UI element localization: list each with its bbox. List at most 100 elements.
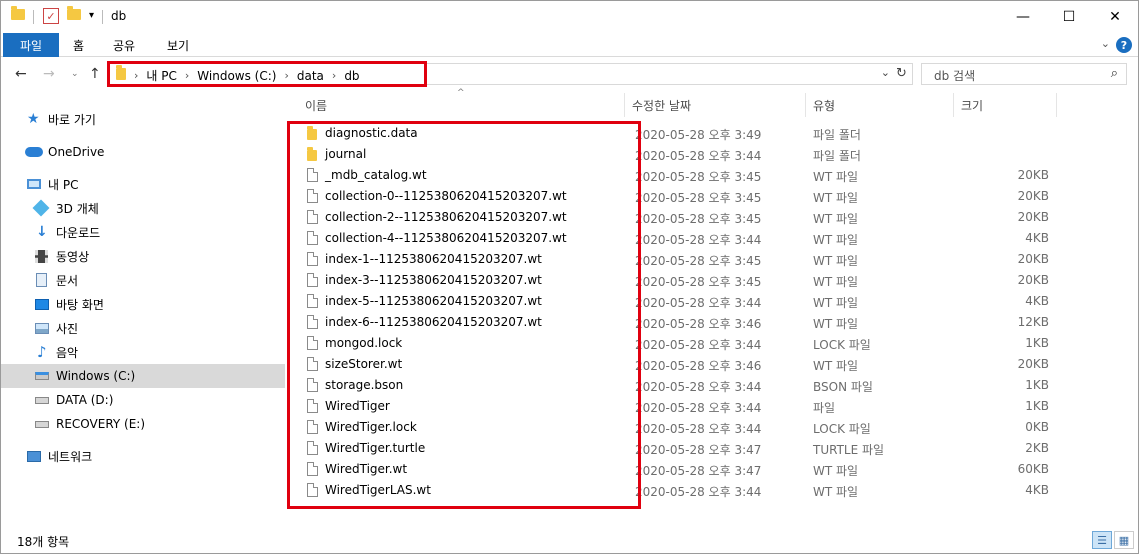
file-type: WT 파일 (813, 296, 859, 310)
search-icon[interactable]: ⌕ (1111, 66, 1118, 81)
file-date: 2020-05-28 오후 3:49 (635, 128, 762, 142)
sort-ascending-icon: ^ (457, 88, 465, 98)
nav-label: 네트워크 (48, 449, 93, 464)
large-icons-view-icon[interactable]: ▦ (1114, 531, 1134, 549)
address-history-chevron-icon[interactable]: ⌄ (881, 66, 890, 79)
nav-item-this-pc[interactable]: 내 PC (1, 172, 285, 196)
file-size: 0KB (1025, 420, 1049, 434)
tab-file[interactable]: 파일 (3, 33, 59, 57)
nav-item-3d-objects[interactable]: 3D 개체 (1, 196, 285, 220)
file-type: WT 파일 (813, 464, 859, 478)
expand-ribbon-chevron-icon[interactable]: ⌄ (1101, 37, 1110, 50)
nav-item-windows-c[interactable]: Windows (C:) (1, 364, 285, 388)
search-input[interactable]: db 검색 ⌕ (921, 63, 1127, 85)
nav-label: RECOVERY (E:) (56, 417, 146, 431)
nav-label: 동영상 (56, 249, 90, 264)
column-header-modified[interactable]: 수정한 날짜 (632, 97, 691, 114)
search-placeholder: db 검색 (934, 69, 976, 83)
refresh-icon[interactable]: ↻ (896, 66, 907, 81)
file-date: 2020-05-28 오후 3:44 (635, 233, 762, 247)
nav-label: 바로 가기 (48, 112, 96, 127)
file-date: 2020-05-28 오후 3:45 (635, 212, 762, 226)
file-date: 2020-05-28 오후 3:46 (635, 317, 762, 331)
nav-label: OneDrive (48, 145, 105, 159)
nav-item-documents[interactable]: 문서 (1, 268, 285, 292)
help-icon[interactable]: ? (1116, 37, 1132, 53)
navigation-pane: ★ 바로 가기 OneDrive 내 PC 3D 개체 ↓ 다운로드 동영상 문… (1, 93, 285, 527)
minimize-button[interactable]: — (1000, 1, 1046, 33)
desktop-icon (35, 298, 49, 310)
file-size: 4KB (1025, 231, 1049, 245)
file-size: 20KB (1017, 357, 1049, 371)
file-size: 4KB (1025, 294, 1049, 308)
address-row: ← → ⌄ ↑ › 내 PC › Windows (C:) › data › d… (1, 58, 1138, 92)
file-date: 2020-05-28 오후 3:47 (635, 464, 762, 478)
file-type: 파일 (813, 401, 836, 415)
file-size: 4KB (1025, 483, 1049, 497)
file-date: 2020-05-28 오후 3:44 (635, 380, 762, 394)
nav-item-quick-access[interactable]: ★ 바로 가기 (1, 107, 285, 131)
file-date: 2020-05-28 오후 3:44 (635, 485, 762, 499)
nav-item-onedrive[interactable]: OneDrive (1, 140, 285, 164)
star-icon: ★ (27, 111, 40, 127)
column-header-type[interactable]: 유형 (813, 97, 835, 114)
picture-icon (35, 322, 49, 334)
nav-item-downloads[interactable]: ↓ 다운로드 (1, 220, 285, 244)
file-type: WT 파일 (813, 359, 859, 373)
tab-view[interactable]: 보기 (167, 37, 189, 54)
nav-item-music[interactable]: ♪ 음악 (1, 340, 285, 364)
file-type: WT 파일 (813, 275, 859, 289)
file-list-annotation-box (287, 121, 641, 509)
document-icon (36, 273, 47, 287)
nav-item-pictures[interactable]: 사진 (1, 316, 285, 340)
file-size: 20KB (1017, 210, 1049, 224)
details-view-icon[interactable]: ☰ (1092, 531, 1112, 549)
properties-icon[interactable]: ✓ (43, 8, 59, 24)
up-arrow-icon[interactable]: ↑ (89, 66, 101, 82)
nav-item-desktop[interactable]: 바탕 화면 (1, 292, 285, 316)
tab-share[interactable]: 공유 (113, 37, 135, 54)
file-date: 2020-05-28 오후 3:45 (635, 275, 762, 289)
nav-label: 내 PC (48, 177, 79, 192)
column-header-name[interactable]: 이름 (305, 97, 327, 114)
file-type: BSON 파일 (813, 380, 873, 394)
file-date: 2020-05-28 오후 3:45 (635, 170, 762, 184)
drive-icon (35, 420, 49, 428)
column-header-size[interactable]: 크기 (961, 97, 983, 114)
file-size: 1KB (1025, 378, 1049, 392)
customize-toolbar-chevron-icon[interactable]: ▾ (89, 10, 94, 26)
window-title: db (111, 9, 127, 23)
address-annotation-box (107, 61, 427, 87)
nav-item-videos[interactable]: 동영상 (1, 244, 285, 268)
recent-locations-chevron-icon[interactable]: ⌄ (71, 69, 79, 79)
nav-item-data-d[interactable]: DATA (D:) (1, 388, 285, 412)
new-folder-icon[interactable] (67, 6, 81, 25)
video-icon (35, 249, 48, 263)
tab-home[interactable]: 홈 (73, 37, 84, 54)
folder-icon (11, 6, 25, 25)
file-type: WT 파일 (813, 254, 859, 268)
music-icon: ♪ (37, 343, 47, 361)
file-date: 2020-05-28 오후 3:45 (635, 191, 762, 205)
computer-icon (27, 179, 41, 189)
file-type: LOCK 파일 (813, 338, 871, 352)
nav-item-network[interactable]: 네트워크 (1, 444, 285, 468)
nav-item-recovery-e[interactable]: RECOVERY (E:) (1, 412, 285, 436)
file-size: 1KB (1025, 336, 1049, 350)
file-date: 2020-05-28 오후 3:47 (635, 443, 762, 457)
file-type: WT 파일 (813, 317, 859, 331)
file-date: 2020-05-28 오후 3:44 (635, 401, 762, 415)
file-date: 2020-05-28 오후 3:44 (635, 422, 762, 436)
maximize-button[interactable]: ☐ (1046, 1, 1092, 33)
file-type: 파일 폴더 (813, 128, 861, 142)
ribbon: 파일 홈 공유 보기 ⌄ ? (1, 33, 1138, 57)
close-button[interactable]: ✕ (1092, 1, 1138, 33)
forward-arrow-icon[interactable]: → (43, 66, 55, 82)
title-bar: ✓ ▾ db — ☐ ✕ (1, 1, 1138, 33)
nav-label: 사진 (56, 321, 79, 336)
item-count: 18개 항목 (17, 535, 70, 549)
network-icon (27, 450, 41, 462)
file-size: 1KB (1025, 399, 1049, 413)
file-size: 20KB (1017, 273, 1049, 287)
back-arrow-icon[interactable]: ← (15, 66, 27, 82)
